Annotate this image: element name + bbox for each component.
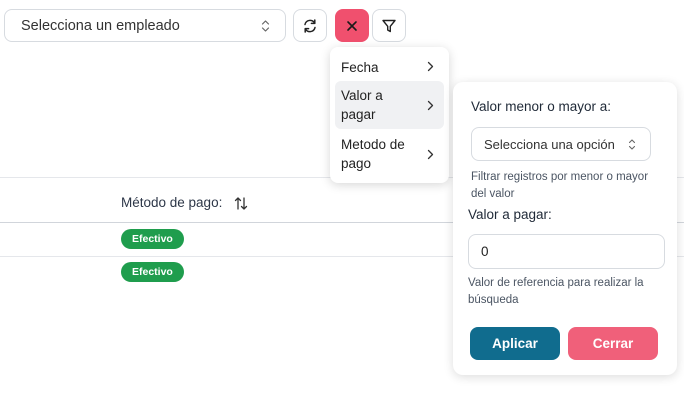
employee-select-value: Selecciona un empleado: [21, 18, 180, 34]
page: Selecciona un empleado Método de pago: E…: [0, 0, 684, 393]
refresh-button[interactable]: [293, 9, 327, 42]
chevron-right-icon: [427, 61, 434, 72]
menu-item-valor-a-pagar[interactable]: Valor a pagar: [335, 81, 444, 129]
comparison-select-value: Selecciona una opción: [484, 137, 615, 152]
chevron-right-icon: [427, 149, 434, 160]
payment-method-badge: Efectivo: [121, 229, 184, 249]
refresh-icon: [304, 18, 316, 33]
menu-item-metodo-de-pago[interactable]: Metodo de pago: [335, 131, 444, 179]
chevron-right-icon: [427, 100, 434, 111]
menu-item-label: Valor a pagar: [341, 88, 383, 122]
employee-select[interactable]: Selecciona un empleado: [4, 9, 286, 42]
menu-item-fecha[interactable]: Fecha: [335, 52, 444, 82]
close-icon: [347, 20, 357, 31]
comparison-select[interactable]: Selecciona una opción: [471, 127, 651, 161]
select-caret-icon: [628, 139, 636, 150]
comparison-label: Valor menor o mayor a:: [471, 99, 612, 114]
apply-button[interactable]: Aplicar: [470, 327, 560, 360]
close-button[interactable]: Cerrar: [568, 327, 658, 360]
filter-button[interactable]: [372, 9, 406, 42]
value-help-text: Valor de referencia para realizar la bús…: [468, 277, 644, 306]
value-input[interactable]: [468, 234, 665, 269]
value-filter-panel: Valor menor o mayor a: Selecciona una op…: [453, 82, 677, 375]
filter-icon: [382, 19, 396, 32]
comparison-help-text: Filtrar registros por menor o mayor del …: [471, 171, 649, 200]
filter-menu: Fecha Valor a pagar Metodo de pago: [330, 47, 449, 183]
menu-item-label: Metodo de pago: [341, 137, 405, 171]
value-label: Valor a pagar:: [468, 207, 552, 222]
select-caret-icon: [261, 20, 270, 32]
clear-filters-button[interactable]: [335, 9, 369, 42]
menu-item-label: Fecha: [341, 60, 379, 75]
payment-method-badge: Efectivo: [121, 262, 184, 282]
column-header-payment-method: Método de pago:: [121, 195, 223, 210]
sort-arrows-icon[interactable]: [234, 196, 248, 211]
